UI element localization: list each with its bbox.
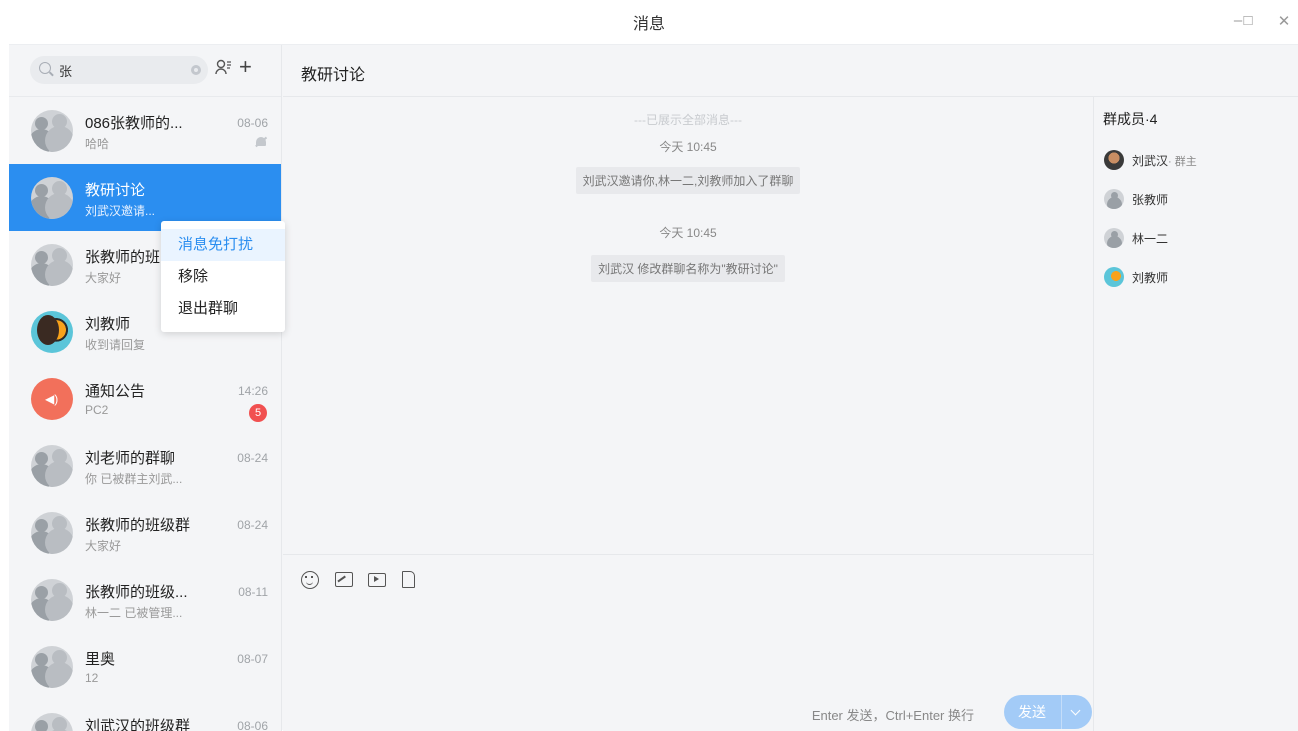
send-hint: Enter 发送，Ctrl+Enter 换行 (811, 708, 974, 723)
member-name: 张教师 (1132, 193, 1169, 207)
conversation-time: 14:26 (237, 384, 268, 398)
create-group-icon[interactable]: + (239, 55, 259, 79)
file-icon[interactable] (402, 571, 415, 588)
member-role: · 群主 (1168, 156, 1197, 168)
conversation-name: 刘武汉的班级群 (85, 718, 191, 731)
maximize-button[interactable]: □ (1239, 12, 1257, 29)
conversation-time: 08-24 (237, 451, 268, 465)
conversation-item[interactable]: 张教师的班级... 林一二 已被管理... 08-11 (9, 566, 281, 633)
avatar (1104, 189, 1124, 209)
conversation-time: 08-06 (237, 719, 268, 731)
conversation-context-menu: 消息免打扰 移除 退出群聊 (161, 221, 285, 332)
message-composer[interactable]: Enter 发送，Ctrl+Enter 换行 发送 (283, 554, 1093, 731)
send-button-group: 发送 (1004, 695, 1092, 729)
conversation-name: 教研讨论 (85, 182, 146, 199)
avatar (1104, 228, 1124, 248)
conversation-item[interactable]: ◀) 通知公告 PC2 14:26 5 (9, 365, 281, 432)
conversation-preview: 收到请回复 (85, 338, 146, 352)
chat-title: 教研讨论 (301, 67, 366, 84)
search-input[interactable] (59, 60, 179, 80)
avatar (31, 445, 73, 487)
conversation-preview: PC2 (85, 403, 109, 417)
avatar (31, 512, 73, 554)
conversation-time: 08-07 (237, 652, 268, 666)
app-body: + 086张教师的...哈哈08-06教研讨论刘武汉邀请...张教师的班大家好刘… (9, 44, 1298, 731)
search-box[interactable] (30, 56, 208, 84)
conversation-preview: 刘武汉邀请... (85, 204, 156, 218)
close-button[interactable]: ✕ (1275, 12, 1293, 30)
clear-search-icon[interactable] (191, 65, 201, 75)
avatar (31, 646, 73, 688)
avatar (31, 110, 73, 152)
avatar: ◀) (31, 378, 73, 420)
title-bar: 消息 – □ ✕ (0, 0, 1298, 44)
chat-panel: 教研讨论 ---已展示全部消息--- 今天 10:45 刘武汉邀请你,林一二,刘… (283, 45, 1298, 731)
system-message-text: 刘武汉邀请你,林一二,刘教师加入了群聊 (575, 167, 801, 194)
avatar (31, 713, 73, 731)
window-title: 消息 (632, 16, 665, 33)
member-name: 刘武汉· 群主 (1132, 152, 1197, 169)
send-button[interactable]: 发送 (1004, 695, 1060, 729)
send-options-chevron-icon[interactable] (1061, 695, 1092, 729)
search-bar: + (9, 45, 281, 97)
avatar (1104, 267, 1124, 287)
menu-item-remove[interactable]: 移除 (161, 261, 285, 293)
conversation-item[interactable]: 里奥 12 08-07 (9, 633, 281, 700)
conversation-preview: 大家好 (85, 539, 122, 553)
avatar (31, 177, 73, 219)
conversation-name: 刘老师的群聊 (85, 450, 176, 467)
avatar (31, 579, 73, 621)
conversation-name: 里奥 (85, 651, 116, 668)
conversation-name: 通知公告 (85, 383, 146, 400)
member-panel: 群成员·4 刘武汉· 群主 张教师 林一二 刘教师 (1093, 97, 1298, 731)
conversation-name: 086张教师的... (85, 115, 183, 132)
all-messages-shown: ---已展示全部消息--- (634, 113, 742, 127)
conversation-name: 刘教师 (85, 316, 131, 333)
chat-header: 教研讨论 (283, 45, 1298, 97)
conversation-time: 08-06 (237, 116, 268, 130)
avatar (31, 244, 73, 286)
conversation-preview: 12 (85, 671, 99, 685)
member-name: 林一二 (1132, 232, 1169, 246)
conversation-name: 张教师的班级群 (85, 517, 191, 534)
speaker-icon: ◀) (45, 392, 59, 406)
muted-bell-icon (255, 137, 267, 149)
conversation-preview: 你 已被群主刘武... (85, 472, 183, 486)
conversation-preview: 大家好 (85, 271, 122, 285)
conversation-preview: 哈哈 (85, 137, 110, 151)
conversation-time: 08-24 (237, 518, 268, 532)
member-name-text: 刘武汉 (1132, 154, 1169, 168)
message-time: 今天 10:45 (659, 226, 717, 240)
conversation-time: 08-11 (238, 585, 268, 599)
menu-item-mute[interactable]: 消息免打扰 (161, 229, 285, 261)
conversation-name: 张教师的班级... (85, 584, 188, 601)
avatar (31, 311, 73, 353)
unread-badge: 5 (249, 404, 267, 422)
member-count-header: 群成员·4 (1103, 111, 1158, 127)
add-contact-icon[interactable] (215, 58, 235, 80)
conversation-item[interactable]: 张教师的班级群 大家好 08-24 (9, 499, 281, 566)
conversation-item[interactable]: 刘武汉的班级群1234508-06 (9, 700, 281, 731)
avatar (1104, 150, 1124, 170)
search-icon (39, 62, 51, 74)
conversation-preview: 林一二 已被管理... (85, 606, 183, 620)
conversation-sidebar: + 086张教师的...哈哈08-06教研讨论刘武汉邀请...张教师的班大家好刘… (9, 45, 282, 731)
emoji-icon[interactable] (301, 571, 319, 589)
conversation-item[interactable]: 086张教师的... 哈哈 08-06 (9, 97, 281, 164)
system-message-text: 刘武汉 修改群聊名称为"教研讨论" (591, 255, 785, 282)
conversation-list: 086张教师的... 哈哈 08-06 教研讨论 刘武汉邀请... 张教师的班 大家好 刘教师… (9, 97, 281, 731)
menu-item-leave-group[interactable]: 退出群聊 (161, 293, 285, 325)
member-name: 刘教师 (1132, 271, 1169, 285)
image-icon[interactable] (335, 572, 353, 587)
video-icon[interactable] (368, 573, 386, 587)
conversation-item[interactable]: 刘老师的群聊你 已被群主刘武... 08-24 (9, 432, 281, 499)
system-message: 刘武汉邀请你,林一二,刘教师加入了群聊 (283, 167, 1093, 194)
conversation-name: 张教师的班 (85, 249, 161, 266)
message-time: 今天 10:45 (659, 140, 717, 154)
system-message: 刘武汉 修改群聊名称为"教研讨论" (283, 255, 1093, 282)
